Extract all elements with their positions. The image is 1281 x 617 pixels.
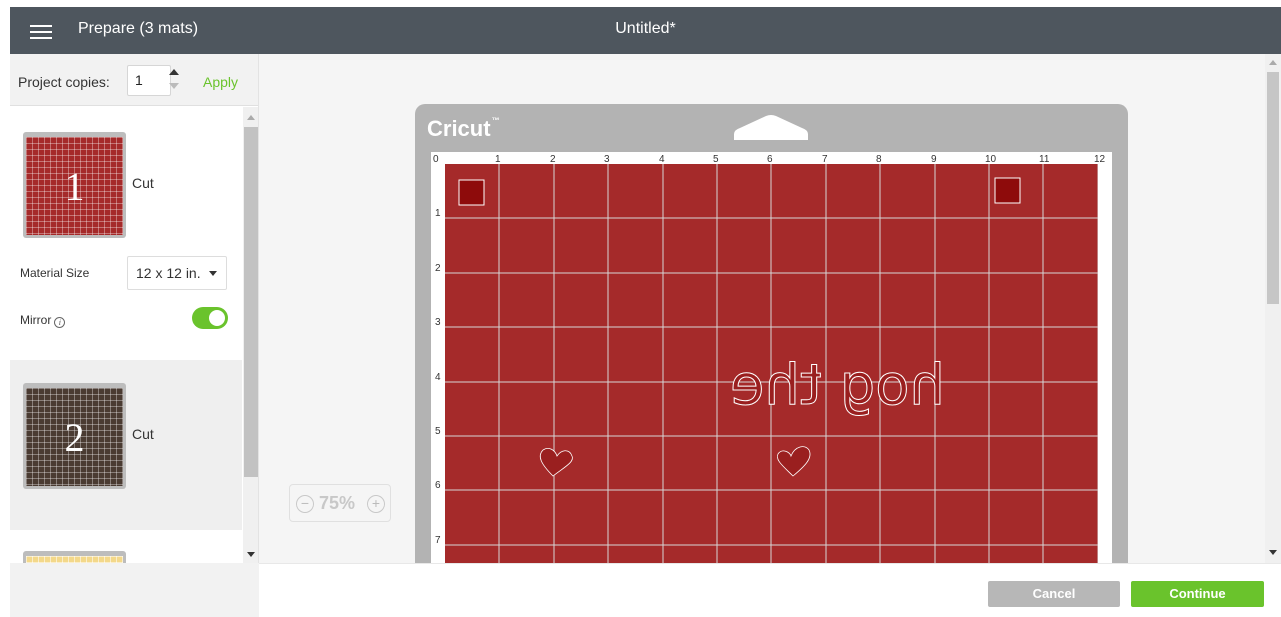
- mat-list-item-1[interactable]: 1 Cut Material Size 12 x 12 in. Mirror i: [10, 107, 242, 360]
- ruler-tick-label: 7: [435, 535, 441, 546]
- info-icon[interactable]: i: [54, 317, 66, 328]
- svg-text:hog the: hog the: [730, 353, 945, 418]
- registration-mark: [994, 177, 1021, 204]
- mirror-toggle[interactable]: [192, 307, 228, 329]
- material-size-value: 12 x 12 in.: [136, 265, 201, 281]
- mat-list-item-3[interactable]: [10, 530, 242, 563]
- zoom-in-icon[interactable]: +: [367, 495, 385, 513]
- continue-button[interactable]: Continue: [1131, 581, 1264, 607]
- mat-thumbnail[interactable]: 1: [23, 132, 126, 238]
- project-copies-row: Project copies: 1 Apply: [10, 54, 258, 106]
- cancel-button[interactable]: Cancel: [988, 581, 1120, 607]
- apply-button[interactable]: Apply: [203, 74, 238, 90]
- registration-mark: [458, 179, 485, 206]
- mat-grid: hog the: [445, 164, 1098, 563]
- zoom-level: 75%: [319, 493, 356, 513]
- toggle-knob: [209, 310, 225, 326]
- ruler-tick-label: 3: [435, 317, 441, 328]
- ruler-tick-label: 0: [433, 154, 439, 165]
- material-size-label: Material Size: [20, 266, 90, 280]
- scroll-down-arrow-icon[interactable]: [1269, 550, 1277, 555]
- decrement-arrow-icon[interactable]: [169, 83, 179, 89]
- ruler-tick-label: 1: [435, 208, 441, 219]
- ruler-tick-label: 5: [435, 426, 441, 437]
- mat-list: 1 Cut Material Size 12 x 12 in. Mirrori: [10, 107, 242, 563]
- mirror-label: Mirror: [20, 313, 52, 327]
- mat-action-label: Cut: [132, 426, 154, 442]
- footer-bar: Cancel Continue: [259, 563, 1281, 617]
- cutting-mat: Cricut™ 0 1 2 3 4 5 6 7 8 9 10 11 12 1234567 hog the: [415, 104, 1128, 563]
- mat-sidebar: Project copies: 1 Apply 1 Cut Material S…: [10, 54, 259, 563]
- mat-number: 1: [64, 164, 85, 209]
- scroll-up-arrow-icon[interactable]: [247, 115, 255, 120]
- sidebar-scrollbar[interactable]: [243, 107, 258, 563]
- mat-action-label: Cut: [132, 175, 154, 191]
- design-text-mirrored[interactable]: hog the: [729, 353, 945, 419]
- material-size-select[interactable]: 12 x 12 in.: [127, 256, 227, 290]
- document-title: Untitled*: [615, 20, 676, 37]
- project-copies-label: Project copies:: [18, 74, 110, 90]
- mat-handle-icon: [734, 115, 808, 140]
- sidebar-footer: [10, 563, 259, 617]
- zoom-control: − 75% +: [289, 484, 391, 522]
- mat-thumbnail[interactable]: [23, 551, 126, 563]
- mat-thumbnail[interactable]: 2: [23, 383, 126, 489]
- ruler-tick-label: 6: [435, 480, 441, 491]
- zoom-out-icon[interactable]: −: [296, 495, 314, 513]
- brand-logo: Cricut™: [427, 116, 500, 141]
- scroll-down-arrow-icon[interactable]: [247, 552, 255, 557]
- canvas-scrollbar[interactable]: [1265, 54, 1281, 563]
- ruler-tick-label: 2: [435, 263, 441, 274]
- mat-number: 2: [64, 415, 85, 460]
- scrollbar-thumb[interactable]: [1267, 72, 1279, 304]
- app-window: Prepare (3 mats) Untitled* Project copie…: [0, 0, 1281, 617]
- increment-arrow-icon[interactable]: [169, 69, 179, 75]
- top-bar: Prepare (3 mats) Untitled*: [10, 7, 1281, 54]
- mat-preview-canvas: Cricut™ 0 1 2 3 4 5 6 7 8 9 10 11 12 1234567 hog the: [259, 54, 1265, 563]
- mirror-label-row: Mirror i: [20, 313, 66, 328]
- chevron-down-icon: [209, 271, 217, 276]
- project-copies-input[interactable]: 1: [127, 65, 171, 96]
- ruler-tick-label: 4: [435, 372, 441, 383]
- scrollbar-thumb[interactable]: [244, 127, 258, 477]
- mat-list-item-2[interactable]: 2 Cut: [10, 360, 242, 530]
- scroll-up-arrow-icon[interactable]: [1269, 60, 1277, 65]
